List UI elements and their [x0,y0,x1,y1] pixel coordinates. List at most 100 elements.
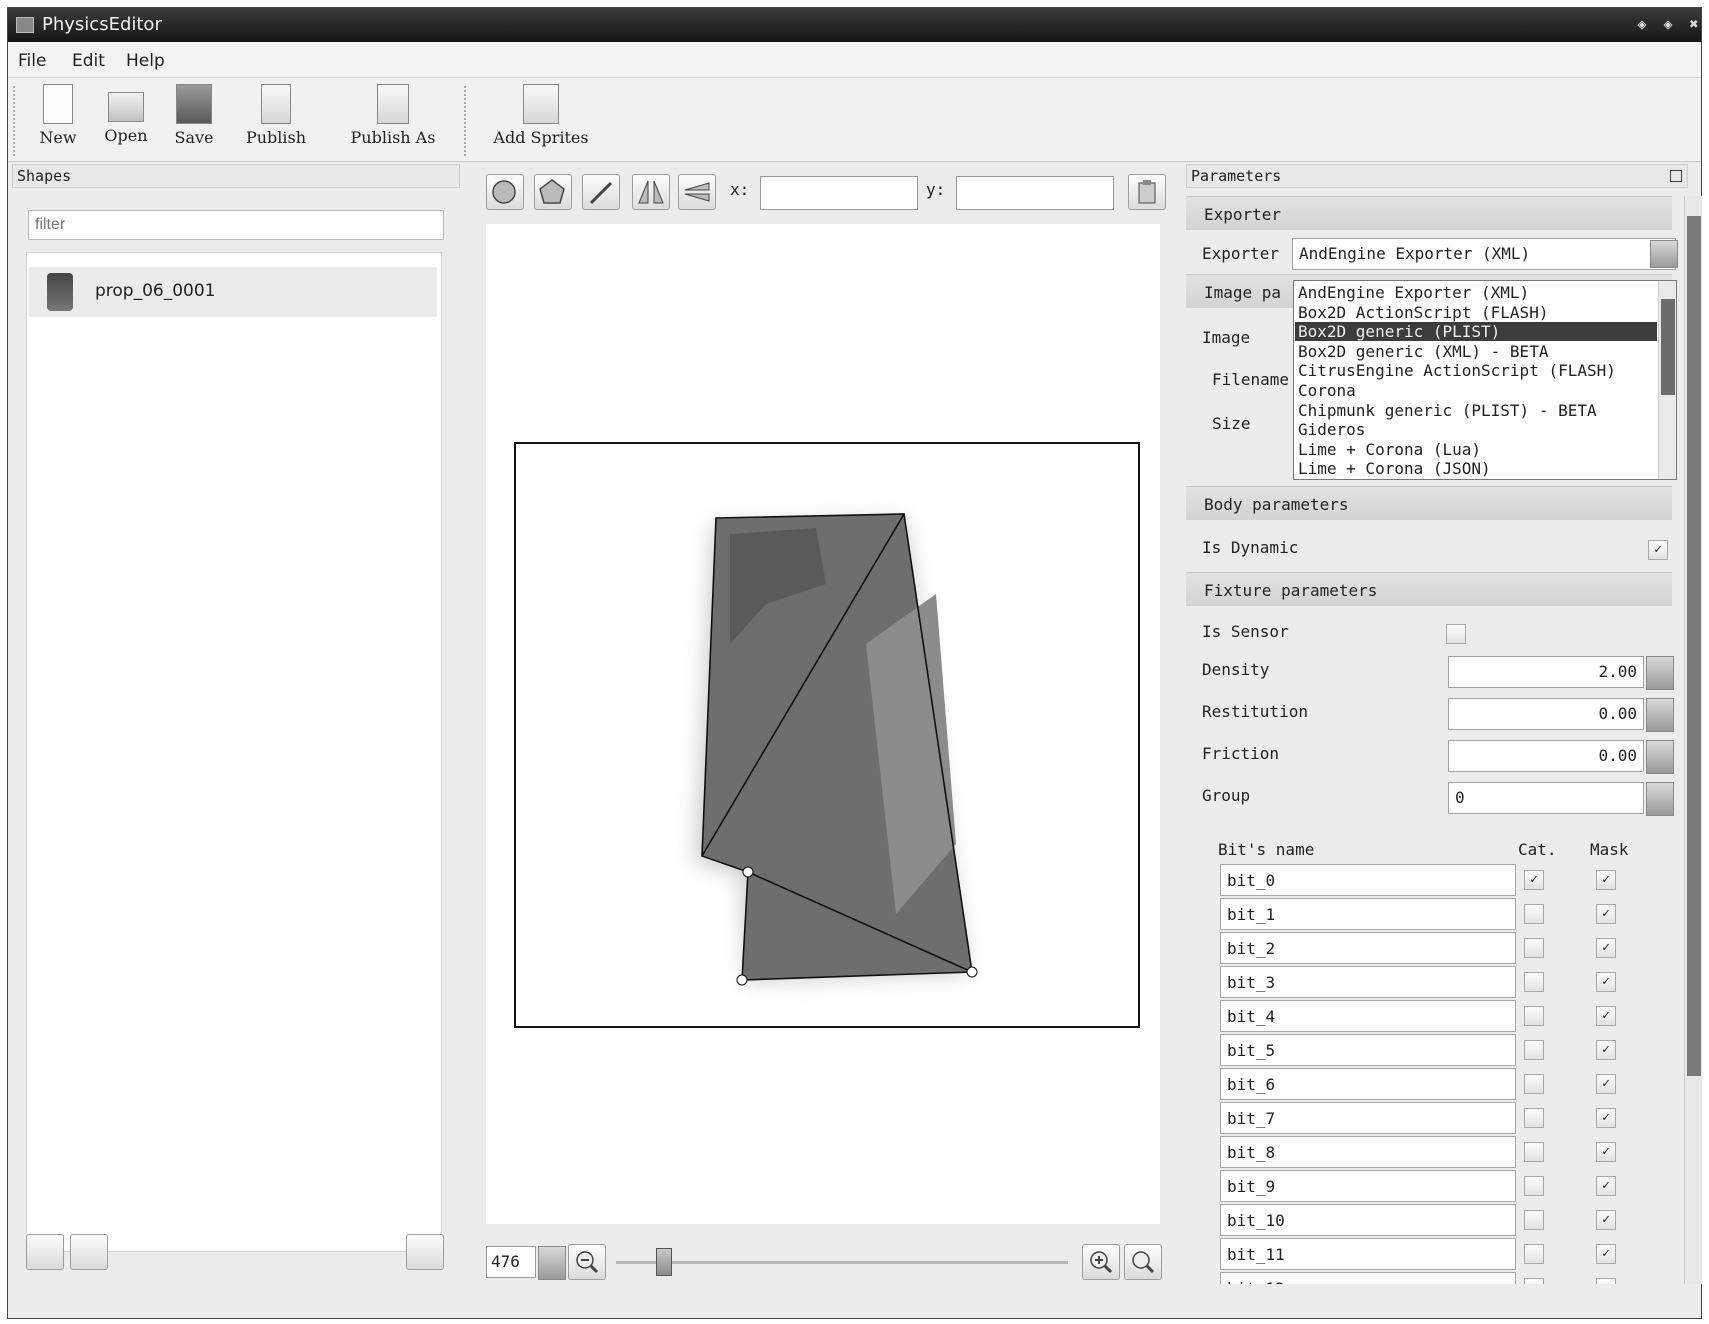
bit-mask-checkbox[interactable]: ✓ [1596,1074,1616,1094]
bit-name-field[interactable]: bit_5 [1220,1034,1516,1066]
new-button[interactable]: New [28,84,88,158]
exporter-option[interactable]: Gideros [1298,420,1365,439]
fixture-section-header[interactable]: Fixture parameters [1186,572,1672,606]
bit-name-field[interactable]: bit_1 [1220,898,1516,930]
exporter-option[interactable]: Box2D generic (PLIST) [1295,322,1657,342]
bit-category-checkbox[interactable] [1524,938,1544,958]
bit-mask-checkbox[interactable]: ✓ [1596,1176,1616,1196]
bit-mask-checkbox[interactable]: ✓ [1596,1108,1616,1128]
bit-category-checkbox[interactable] [1524,1210,1544,1230]
exporter-option[interactable]: Corona [1298,381,1356,400]
close-icon[interactable]: ✖ [1684,14,1704,34]
bit-name-field[interactable]: bit_11 [1220,1238,1516,1270]
vertex-handle[interactable] [736,974,748,986]
bit-name-field[interactable]: bit_9 [1220,1170,1516,1202]
dropdown-scrollbar[interactable] [1658,281,1676,479]
bit-category-checkbox[interactable] [1524,1074,1544,1094]
trace-tool-button[interactable] [582,174,620,210]
exporter-option[interactable]: Box2D ActionScript (FLASH) [1298,303,1548,322]
friction-input[interactable]: 0.00 [1448,740,1644,772]
shape-editor-svg[interactable] [516,444,1138,1026]
y-coordinate-input[interactable] [956,176,1114,210]
exporter-section-header[interactable]: Exporter [1186,196,1672,230]
dropdown-scrollbar-thumb[interactable] [1661,299,1675,395]
restitution-spinner[interactable] [1646,698,1674,732]
polygon-tool-button[interactable] [534,174,572,210]
bit-mask-checkbox[interactable]: ✓ [1596,904,1616,924]
duplicate-shape-button[interactable] [26,1234,64,1270]
menu-edit[interactable]: Edit [72,51,105,71]
restitution-input[interactable]: 0.00 [1448,698,1644,730]
bit-category-checkbox[interactable] [1524,1040,1544,1060]
zoom-slider-track[interactable] [616,1261,1068,1264]
bit-category-checkbox[interactable] [1524,1142,1544,1162]
bit-mask-checkbox[interactable]: ✓ [1596,1040,1616,1060]
bit-name-field[interactable]: bit_12 [1220,1272,1516,1284]
bit-name-field[interactable]: bit_7 [1220,1102,1516,1134]
minimize-icon[interactable]: ◈ [1658,14,1678,34]
x-coordinate-input[interactable] [760,176,918,210]
friction-spinner[interactable] [1646,740,1674,774]
open-button[interactable]: Open [96,84,156,158]
bit-mask-checkbox[interactable]: ✓ [1596,1142,1616,1162]
exporter-option[interactable]: CitrusEngine ActionScript (FLASH) [1298,361,1616,380]
vertex-handle[interactable] [742,866,754,878]
is-dynamic-checkbox[interactable]: ✓ [1648,540,1668,560]
bit-mask-checkbox[interactable]: ✓ [1596,938,1616,958]
bit-mask-checkbox[interactable]: ✓ [1596,1210,1616,1230]
chevron-down-icon[interactable] [1650,240,1678,268]
add-sprites-button[interactable]: Add Sprites [482,84,600,158]
exporter-option[interactable]: Box2D generic (XML) - BETA [1298,342,1548,361]
density-input[interactable]: 2.00 [1448,656,1644,688]
scrollbar-thumb[interactable] [1687,216,1701,1076]
body-section-header[interactable]: Body parameters [1186,486,1672,520]
paste-button[interactable] [1128,174,1166,210]
publish-as-button[interactable]: Publish As [334,84,452,158]
is-sensor-checkbox[interactable] [1446,624,1466,644]
float-icon[interactable]: ◈ [1632,14,1652,34]
zoom-fit-button[interactable] [1124,1244,1162,1280]
publish-button[interactable]: Publish [236,84,316,158]
save-button[interactable]: Save [164,84,224,158]
bit-category-checkbox[interactable]: ✓ [1524,870,1544,890]
vertex-handle[interactable] [966,966,978,978]
exporter-option[interactable]: Chipmunk generic (PLIST) - BETA [1298,401,1597,420]
bit-name-field[interactable]: bit_4 [1220,1000,1516,1032]
bit-name-field[interactable]: bit_8 [1220,1136,1516,1168]
list-item[interactable]: prop_06_0001 [29,267,437,317]
zoom-slider-handle[interactable] [656,1248,672,1276]
flip-horizontal-button[interactable] [632,174,670,210]
editor-canvas[interactable] [486,224,1160,1224]
menu-help[interactable]: Help [126,51,165,71]
zoom-value-field[interactable]: 476 [486,1246,536,1278]
replace-sprite-button[interactable] [70,1234,108,1270]
circle-tool-button[interactable] [486,174,524,210]
bit-mask-checkbox[interactable]: ✓ [1596,1278,1616,1284]
exporter-option[interactable]: Lime + Corona (JSON) [1298,459,1491,478]
zoom-in-button[interactable] [1082,1244,1120,1280]
bit-name-field[interactable]: bit_3 [1220,966,1516,998]
bit-category-checkbox[interactable] [1524,972,1544,992]
delete-shape-button[interactable] [406,1234,444,1270]
bit-mask-checkbox[interactable]: ✓ [1596,870,1616,890]
bit-mask-checkbox[interactable]: ✓ [1596,1006,1616,1026]
exporter-select[interactable]: AndEngine Exporter (XML) [1292,238,1676,270]
bit-name-field[interactable]: bit_2 [1220,932,1516,964]
bit-category-checkbox[interactable] [1524,1108,1544,1128]
menu-file[interactable]: File [18,51,46,71]
exporter-option[interactable]: AndEngine Exporter (XML) [1298,283,1529,302]
bit-mask-checkbox[interactable]: ✓ [1596,972,1616,992]
bit-category-checkbox[interactable] [1524,1176,1544,1196]
bit-category-checkbox[interactable] [1524,1278,1544,1284]
zoom-out-button[interactable] [568,1244,606,1280]
filter-input[interactable] [28,210,444,240]
bit-category-checkbox[interactable] [1524,904,1544,924]
bit-mask-checkbox[interactable]: ✓ [1596,1244,1616,1264]
bit-category-checkbox[interactable] [1524,1006,1544,1026]
bit-name-field[interactable]: bit_10 [1220,1204,1516,1236]
bit-category-checkbox[interactable] [1524,1244,1544,1264]
group-input[interactable]: 0 [1448,782,1644,814]
undock-icon[interactable] [1670,170,1682,182]
bit-name-field[interactable]: bit_6 [1220,1068,1516,1100]
bit-name-field[interactable]: bit_0 [1220,864,1516,896]
